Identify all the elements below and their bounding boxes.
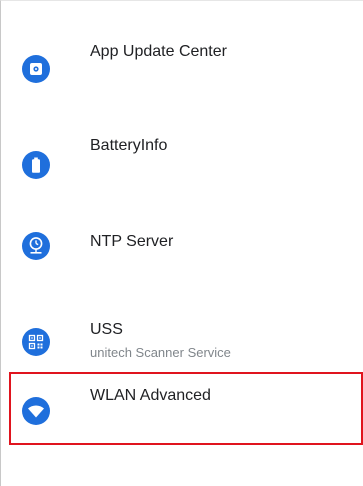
wifi-icon xyxy=(22,397,50,425)
item-title: NTP Server xyxy=(90,233,174,250)
list-item-app-update-center[interactable]: App Update Center xyxy=(2,3,363,99)
list-item-ntp-server[interactable]: NTP Server xyxy=(2,196,363,292)
item-subtitle: unitech Scanner Service xyxy=(90,345,231,360)
app-update-icon xyxy=(22,55,50,83)
list-item-wlan-advanced[interactable]: WLAN Advanced xyxy=(2,373,363,469)
item-title: USS xyxy=(90,321,123,338)
item-title: BatteryInfo xyxy=(90,137,168,154)
item-title: App Update Center xyxy=(90,43,227,60)
battery-icon xyxy=(22,151,50,179)
qr-code-icon xyxy=(22,328,50,356)
item-title: WLAN Advanced xyxy=(90,387,211,404)
ntp-clock-icon xyxy=(22,232,50,260)
settings-screen: App Update Center BatteryInfo NTP Server… xyxy=(0,0,363,486)
list-item-batteryinfo[interactable]: BatteryInfo xyxy=(2,99,363,195)
